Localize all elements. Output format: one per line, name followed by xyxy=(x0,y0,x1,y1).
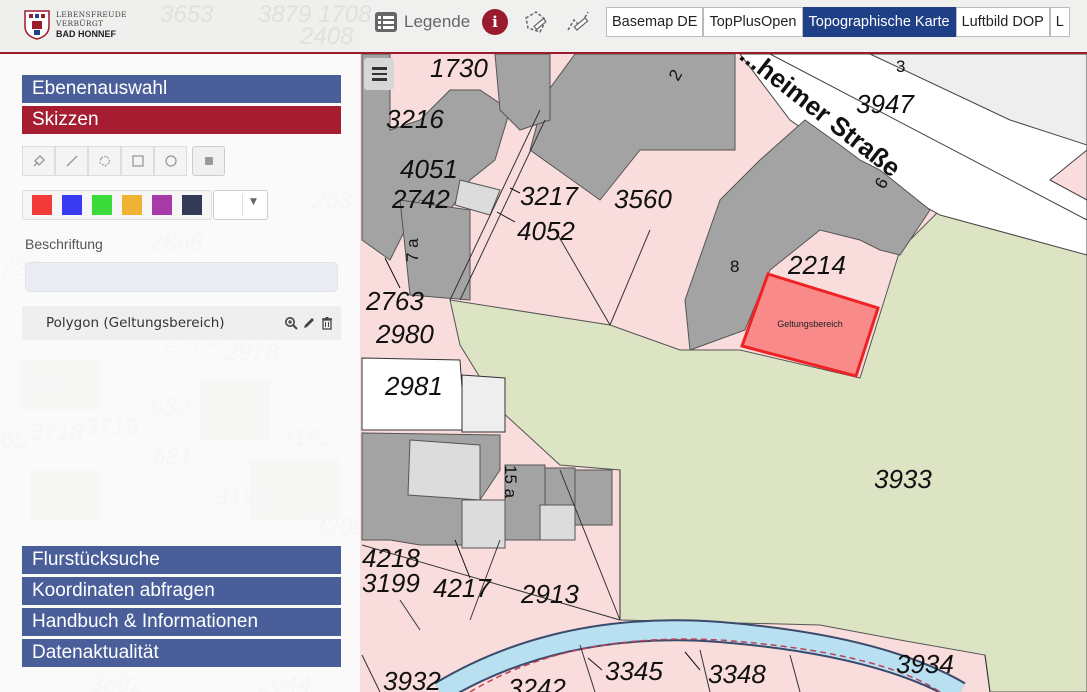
picker-separator xyxy=(242,194,243,216)
svg-text:7 a: 7 a xyxy=(403,238,422,262)
svg-text:3217: 3217 xyxy=(520,181,579,211)
svg-text:3345: 3345 xyxy=(605,656,663,686)
stop-drawing-button[interactable] xyxy=(192,146,225,176)
top-bar: LEBENSFREUDE VERBÜRGT BAD HONNEF Legende… xyxy=(0,0,1087,54)
data-currency-header[interactable]: Datenaktualität xyxy=(22,639,341,667)
color-swatch-purple[interactable] xyxy=(152,195,172,215)
svg-text:2214: 2214 xyxy=(787,250,846,280)
svg-text:4052: 4052 xyxy=(517,216,575,246)
svg-text:3: 3 xyxy=(896,57,905,76)
color-swatch-blue[interactable] xyxy=(62,195,82,215)
hamburger-icon-bar xyxy=(371,72,387,76)
basemap-more-button[interactable]: L xyxy=(1049,7,1070,37)
svg-text:4051: 4051 xyxy=(400,154,458,184)
logo-line-3: BAD HONNEF xyxy=(56,28,116,39)
zoom-to-button[interactable] xyxy=(282,315,299,332)
sketches-panel-header[interactable]: Skizzen xyxy=(22,106,341,134)
svg-text:3933: 3933 xyxy=(874,464,932,494)
zoom-in-icon xyxy=(284,317,298,330)
draw-polygon-button[interactable] xyxy=(88,146,121,176)
logo: LEBENSFREUDE VERBÜRGT BAD HONNEF xyxy=(24,6,144,42)
list-icon xyxy=(375,12,397,32)
measure-area-icon xyxy=(525,11,547,33)
delete-button[interactable] xyxy=(318,315,335,332)
basemap-switcher: Basemap DE TopPlusOpen Topographische Ka… xyxy=(606,7,1070,37)
chevron-down-icon: ▼ xyxy=(250,197,257,207)
color-swatch-dark[interactable] xyxy=(182,195,202,215)
sketch-list-item[interactable]: Polygon (Geltungsbereich) xyxy=(22,306,341,340)
parcel-white-2 xyxy=(461,374,506,433)
logo-line-2: VERBÜRGT xyxy=(56,18,104,28)
svg-text:2980: 2980 xyxy=(375,319,434,349)
rectangle-icon xyxy=(131,155,144,167)
info-button[interactable]: i xyxy=(482,9,508,35)
label-input[interactable] xyxy=(25,262,338,292)
svg-text:15 a: 15 a xyxy=(501,465,520,499)
svg-text:3932: 3932 xyxy=(383,666,441,692)
measure-area-button[interactable] xyxy=(522,8,550,36)
crest-icon xyxy=(24,10,50,40)
color-swatch-green[interactable] xyxy=(92,195,112,215)
custom-color-picker[interactable]: ▼ xyxy=(213,190,268,220)
svg-text:3242: 3242 xyxy=(508,673,566,692)
basemap-topographische-karte-button[interactable]: Topographische Karte xyxy=(802,7,956,37)
svg-text:2981: 2981 xyxy=(384,371,443,401)
draw-tools xyxy=(22,146,225,176)
legend-label: Legende xyxy=(404,12,471,31)
trash-icon xyxy=(321,317,332,330)
pencil-icon xyxy=(303,318,314,328)
svg-text:3199: 3199 xyxy=(362,568,420,598)
svg-text:3560: 3560 xyxy=(614,184,672,214)
svg-text:2742: 2742 xyxy=(391,184,450,214)
color-swatch-red[interactable] xyxy=(32,195,52,215)
draw-point-button[interactable] xyxy=(22,146,55,176)
geltungsbereich-label: Geltungsbereich xyxy=(777,319,843,329)
svg-text:3348: 3348 xyxy=(708,659,766,689)
svg-text:4217: 4217 xyxy=(433,573,492,603)
basemap-luftbild-dop-button[interactable]: Luftbild DOP xyxy=(955,7,1050,37)
polygon-icon xyxy=(98,155,111,167)
logo-line-1: LEBENSFREUDE xyxy=(56,9,127,19)
draw-rectangle-button[interactable] xyxy=(121,146,154,176)
point-icon xyxy=(33,155,45,167)
draw-circle-button[interactable] xyxy=(154,146,187,176)
manual-info-header[interactable]: Handbuch & Informationen xyxy=(22,608,341,636)
coordinates-query-header[interactable]: Koordinaten abfragen xyxy=(22,577,341,605)
svg-text:1730: 1730 xyxy=(430,53,488,83)
measure-distance-icon xyxy=(567,11,589,31)
sidebar: Ebenenauswahl Skizzen ▼ Beschriftung Pol… xyxy=(0,54,360,692)
svg-text:2913: 2913 xyxy=(520,579,579,609)
svg-text:8: 8 xyxy=(730,257,739,276)
parcel-search-header[interactable]: Flurstücksuche xyxy=(22,546,341,574)
svg-text:3947: 3947 xyxy=(856,89,915,119)
sidebar-toggle-button[interactable] xyxy=(364,58,394,90)
svg-text:2763: 2763 xyxy=(365,286,424,316)
line-icon xyxy=(66,155,77,167)
layers-panel-header[interactable]: Ebenenauswahl xyxy=(22,75,341,103)
basemap-de-button[interactable]: Basemap DE xyxy=(606,7,704,37)
color-palette xyxy=(22,190,212,220)
hamburger-icon-bar xyxy=(371,78,387,81)
legend-button[interactable]: Legende xyxy=(374,8,470,36)
draw-line-button[interactable] xyxy=(55,146,88,176)
edit-button[interactable] xyxy=(300,315,317,332)
circle-icon xyxy=(164,155,177,167)
info-icon: i xyxy=(492,13,498,31)
color-swatch-orange[interactable] xyxy=(122,195,142,215)
svg-text:3934: 3934 xyxy=(896,649,954,679)
stop-icon xyxy=(204,157,213,165)
label-title: Beschriftung xyxy=(25,236,103,252)
svg-text:3216: 3216 xyxy=(386,104,444,134)
hamburger-icon-bar xyxy=(371,67,387,70)
measure-distance-button[interactable] xyxy=(564,8,592,36)
sketch-item-name: Polygon (Geltungsbereich) xyxy=(46,315,225,331)
basemap-topplusopen-button[interactable]: TopPlusOpen xyxy=(703,7,803,37)
